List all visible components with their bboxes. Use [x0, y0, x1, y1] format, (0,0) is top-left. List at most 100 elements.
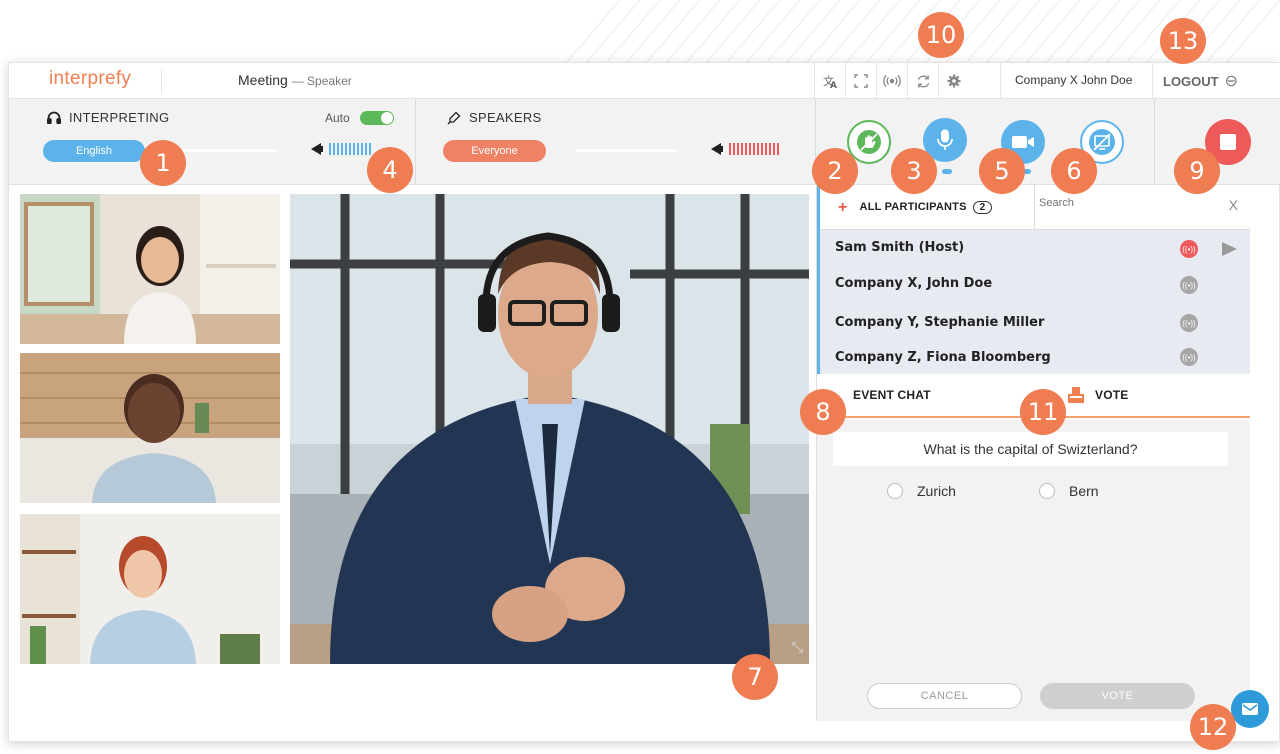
- tab-vote-label: VOTE: [1095, 388, 1129, 402]
- volume-bar: [753, 143, 755, 155]
- volume-bar: [333, 143, 335, 155]
- pen-mic-icon: [447, 111, 461, 124]
- video-frame-woman-smiling: [20, 194, 280, 344]
- poll-option-label: Zurich: [917, 483, 956, 499]
- main-speaker-video[interactable]: ⤡: [290, 194, 809, 664]
- settings-icon[interactable]: [939, 63, 969, 99]
- poll-option[interactable]: Zurich: [887, 483, 956, 499]
- volume-bar: [341, 143, 343, 155]
- volume-bar: [757, 143, 759, 155]
- volume-bar: [361, 143, 363, 155]
- decorative-background-lines: [559, 0, 1280, 70]
- radio-button[interactable]: [1039, 483, 1055, 499]
- speakers-label: SPEAKERS: [447, 110, 541, 125]
- auto-toggle[interactable]: [360, 111, 394, 125]
- participant-row[interactable]: Company X, John Doe: [835, 276, 992, 291]
- callout-badge: 12: [1190, 704, 1236, 750]
- volume-bar: [353, 143, 355, 155]
- poll-option-label: Bern: [1069, 483, 1099, 499]
- callout-badge: 2: [812, 148, 858, 194]
- close-panel-button[interactable]: X: [1229, 197, 1238, 213]
- translate-icon[interactable]: 文A: [815, 63, 845, 99]
- participant-search-input[interactable]: [1039, 197, 1209, 209]
- headphones-icon: [47, 111, 61, 124]
- auto-label: Auto: [325, 111, 350, 125]
- volume-bar: [737, 143, 739, 155]
- participant-video-1[interactable]: [20, 194, 280, 344]
- tab-vote[interactable]: VOTE: [1067, 374, 1128, 416]
- volume-bar: [357, 143, 359, 155]
- participant-name: Sam Smith (Host): [835, 240, 965, 255]
- video-frame-speaker-man-headset: [290, 194, 809, 664]
- fullscreen-icon[interactable]: [846, 63, 876, 99]
- callout-badge: 11: [1020, 389, 1066, 435]
- volume-bar: [769, 143, 771, 155]
- callout-badge: 9: [1174, 148, 1220, 194]
- logout-label: LOGOUT: [1163, 73, 1219, 89]
- brand-logo: interprefy: [49, 68, 132, 89]
- video-frame-woman: [20, 514, 280, 664]
- volume-icon: [711, 143, 723, 155]
- callout-badge: 13: [1160, 18, 1206, 64]
- volume-bar: [733, 143, 735, 155]
- broadcast-inactive-icon: ((•)): [1180, 276, 1198, 294]
- language-select[interactable]: English: [43, 140, 145, 162]
- volume-bar: [345, 143, 347, 155]
- volume-bar: [745, 143, 747, 155]
- add-participant-icon[interactable]: +: [838, 199, 848, 217]
- broadcast-inactive-icon: ((•)): [1180, 314, 1198, 332]
- volume-bar: [369, 143, 371, 155]
- speakers-volume[interactable]: [711, 143, 779, 155]
- meeting-role: — Speaker: [291, 74, 352, 88]
- broadcast-inactive-icon: ((•)): [1180, 348, 1198, 366]
- poll-option[interactable]: Bern: [1039, 483, 1099, 499]
- interpreting-volume[interactable]: [311, 143, 371, 155]
- envelope-icon: [1242, 703, 1258, 715]
- volume-bar: [741, 143, 743, 155]
- interpreting-label: INTERPRETING: [47, 110, 169, 125]
- speakers-select[interactable]: Everyone: [443, 140, 546, 162]
- speakers-balance-slider[interactable]: [575, 149, 677, 152]
- volume-bar: [329, 143, 331, 155]
- callout-badge: 4: [367, 147, 413, 193]
- volume-bar: [365, 143, 367, 155]
- volume-bar: [349, 143, 351, 155]
- send-message-icon[interactable]: [1222, 242, 1237, 256]
- top-bar: interprefy Meeting — Speaker 文A Company …: [9, 63, 1280, 99]
- screenshot-frame: interprefy Meeting — Speaker 文A Company …: [0, 0, 1280, 754]
- participant-row[interactable]: Sam Smith (Host): [835, 240, 964, 255]
- volume-bar: [729, 143, 731, 155]
- volume-bars: [329, 143, 371, 155]
- callout-badge: 10: [918, 12, 964, 58]
- svg-text:A: A: [830, 81, 837, 89]
- screen-share-icon: [1089, 129, 1115, 155]
- participant-row[interactable]: Company Y, Stephanie Miller: [835, 315, 1044, 330]
- vote-button[interactable]: VOTE: [1040, 683, 1195, 709]
- participant-video-2[interactable]: [20, 353, 280, 503]
- cancel-button[interactable]: CANCEL: [867, 683, 1022, 709]
- interpreting-balance-slider[interactable]: [181, 149, 276, 152]
- callout-badge: 8: [800, 389, 846, 435]
- message-button[interactable]: [1231, 690, 1269, 728]
- stop-icon: [1220, 134, 1236, 150]
- participant-video-3[interactable]: [20, 514, 280, 664]
- participant-list: Sam Smith (Host) ((•)) Company X, John D…: [817, 230, 1250, 374]
- radio-button[interactable]: [887, 483, 903, 499]
- tab-event-chat[interactable]: EVENT CHAT: [853, 374, 931, 416]
- microphone-icon: [937, 129, 953, 150]
- broadcast-active-icon: ((•)): [1180, 240, 1198, 258]
- logout-button[interactable]: LOGOUT ⊖: [1163, 71, 1238, 91]
- meeting-name: Meeting: [238, 72, 288, 88]
- expand-video-icon[interactable]: ⤡: [792, 639, 803, 656]
- video-frame-man-smiling: [20, 353, 280, 503]
- vote-area: What is the capital of Swizterland? Zuri…: [817, 420, 1250, 721]
- participant-row[interactable]: Company Z, Fiona Bloomberg: [835, 350, 1051, 365]
- broadcast-icon[interactable]: [877, 63, 907, 99]
- volume-bar: [337, 143, 339, 155]
- participant-count-badge: 2: [972, 201, 993, 214]
- callout-badge: 3: [891, 148, 937, 194]
- refresh-icon[interactable]: [908, 63, 938, 99]
- tab-all-participants-label: ALL PARTICIPANTS 2: [860, 201, 993, 214]
- ballot-box-icon: [1068, 387, 1084, 403]
- tab-label: ALL PARTICIPANTS: [859, 201, 967, 213]
